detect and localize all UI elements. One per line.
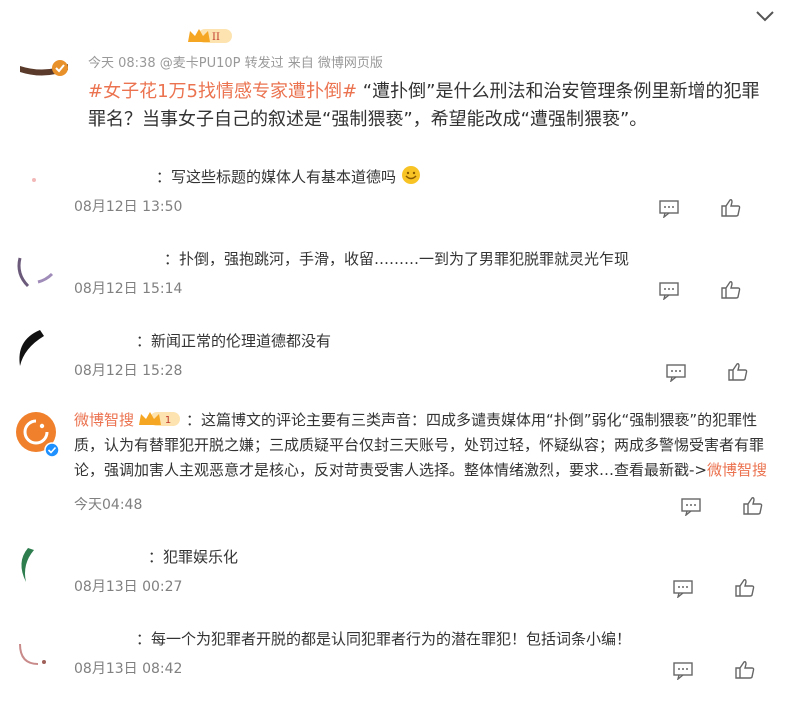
svg-text:1: 1 (165, 415, 171, 426)
post-body: #女子花1万5找情感专家遭扑倒# “遭扑倒”是什么刑法和治安管理条例里新增的犯罪… (88, 78, 760, 134)
comment-icon[interactable] (665, 362, 687, 382)
thumbs-up-icon[interactable] (720, 280, 742, 300)
comment-item: ：犯罪娱乐化 08月13日 00:27 (0, 540, 800, 602)
comment-text: ：扑倒，强抱跳河，手滑，收留………一到为了男罪犯脱罪就灵光乍现 (164, 250, 630, 268)
avatar[interactable] (18, 40, 72, 80)
commenter-name[interactable]: 微博智搜 (74, 411, 134, 429)
thumbs-up-icon[interactable] (727, 362, 749, 382)
hashtag-link[interactable]: #女子花1万5找情感专家遭扑倒# (88, 81, 357, 102)
weibo-post: II 今天 08:38 @麦卡PU10P 转发过 来自 微博网页版 #女子花1万… (0, 0, 800, 150)
comment-item: ：每一个为犯罪者开脱的都是认同犯罪者行为的潜在罪犯！包括词条小编！ 08月13日… (0, 622, 800, 684)
comment-time: 08月12日 13:50 (74, 199, 183, 215)
comment-text: ：犯罪娱乐化 (148, 548, 239, 566)
thumbs-up-icon[interactable] (734, 578, 756, 598)
comment-time: 08月13日 08:42 (74, 661, 183, 677)
thumbs-up-icon[interactable] (734, 660, 756, 680)
comment-text: 微博智搜 1 ：这篇博文的评论主要有三类声音：四成多谴责媒体用“扑倒”弱化“强制猥亵… (74, 411, 768, 479)
avatar[interactable] (14, 542, 58, 586)
thumbs-up-icon[interactable] (742, 496, 764, 516)
comment-icon[interactable] (672, 578, 694, 598)
post-meta: 今天 08:38 @麦卡PU10P 转发过 来自 微博网页版 (88, 56, 383, 71)
crown-badge-icon: II (188, 29, 232, 43)
avatar[interactable] (14, 624, 58, 668)
avatar[interactable] (14, 326, 58, 370)
comment-text: ：新闻正常的伦理道德都没有 (136, 332, 332, 350)
comment-time: 08月12日 15:14 (74, 281, 183, 297)
comment-time: 08月13日 00:27 (74, 579, 183, 595)
comment-text: ：每一个为犯罪者开脱的都是认同犯罪者行为的潜在罪犯！包括词条小编！ (136, 630, 632, 648)
comment-time: 今天04:48 (74, 497, 143, 513)
comment-icon[interactable] (658, 198, 680, 218)
avatar[interactable] (14, 244, 58, 288)
comment-item: ：新闻正常的伦理道德都没有 08月12日 15:28 (0, 324, 800, 386)
ai-summary-comment: 微博智搜 1 ：这篇博文的评论主要有三类声音：四成多谴责媒体用“扑倒”弱化“强制猥亵… (0, 408, 800, 518)
avatar[interactable] (14, 162, 58, 206)
thumbs-up-icon[interactable] (720, 198, 742, 218)
more-link[interactable]: 微博智搜 (707, 461, 767, 479)
avatar[interactable] (14, 410, 62, 458)
comment-icon[interactable] (672, 660, 694, 680)
comment-time: 08月12日 15:28 (74, 363, 183, 379)
comment-icon[interactable] (680, 496, 702, 516)
comment-icon[interactable] (658, 280, 680, 300)
smile-emoji-icon (401, 166, 420, 184)
svg-text:II: II (212, 32, 220, 43)
crown-badge-icon: 1 (139, 412, 181, 426)
comment-item: ：扑倒，强抱跳河，手滑，收留………一到为了男罪犯脱罪就灵光乍现 08月12日 1… (0, 242, 800, 304)
comment-text: ：写这些标题的媒体人有基本道德吗 (156, 164, 421, 190)
comment-item: ：写这些标题的媒体人有基本道德吗 08月12日 13:50 (0, 160, 800, 220)
